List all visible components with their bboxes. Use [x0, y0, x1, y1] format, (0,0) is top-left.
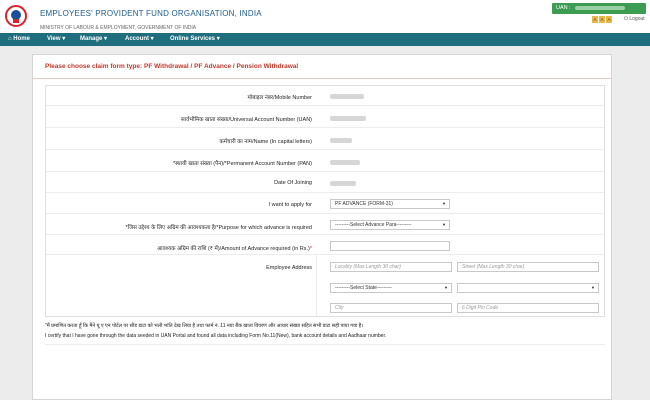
address-column-divider	[316, 254, 317, 316]
org-title: EMPLOYEES' PROVIDENT FUND ORGANISATION, …	[40, 9, 262, 18]
doj-label: Date Of Joining	[274, 180, 312, 186]
uan-label: UAN :	[556, 5, 571, 11]
district-select[interactable]: ▼	[457, 283, 599, 293]
font-increase-button[interactable]: A	[606, 16, 612, 23]
pan-label: *स्थायी खाता संख्या (पैन)/*Permanent Acc…	[172, 161, 312, 167]
site-header: EMPLOYEES' PROVIDENT FUND ORGANISATION, …	[0, 0, 650, 33]
name-label: कर्मचारी का नाम/Name (In capital letters…	[219, 139, 312, 145]
street-input[interactable]: Street (Max Length 30 char)	[457, 262, 599, 272]
epfo-logo-icon	[5, 5, 27, 27]
mobile-label: मोबाइल नंबर/Mobile Number	[247, 95, 313, 101]
home-icon: ⌂	[8, 36, 12, 42]
uan-value-redacted	[575, 5, 626, 10]
nav-home-label: Home	[13, 36, 30, 42]
row-divider	[46, 254, 604, 255]
chevron-down-icon: ▼	[444, 285, 448, 290]
doj-value-redacted	[330, 181, 356, 186]
nav-manage[interactable]: Manage ▾	[80, 33, 107, 46]
chevron-down-icon: ▼	[591, 285, 595, 290]
nav-view[interactable]: View ▾	[47, 33, 65, 46]
logout-label: Logout	[629, 16, 645, 22]
address-label: Employee Address	[266, 265, 312, 271]
claim-form: मोबाइल नंबर/Mobile Number सार्वभौमिक खात…	[45, 85, 605, 317]
nav-account[interactable]: Account ▾	[125, 33, 154, 46]
required-marker: *	[309, 246, 312, 252]
pin-code-input[interactable]: 6 Digit Pin Code	[457, 303, 599, 313]
claim-form-panel: Please choose claim form type: PF Withdr…	[32, 54, 612, 400]
row-divider	[46, 192, 604, 193]
nav-home[interactable]: ⌂ Home	[8, 33, 30, 46]
mobile-value-redacted	[330, 94, 364, 99]
purpose-label: *जिस उद्देश्य के लिए अग्रिम की आवश्यकता …	[125, 225, 312, 231]
row-divider	[46, 105, 604, 106]
row-divider	[46, 234, 604, 235]
state-select-value: ---------Select State---------	[335, 285, 392, 291]
font-size-tools: A A A	[592, 16, 612, 24]
row-divider	[46, 149, 604, 150]
claim-type-value: PF ADVANCE (FORM-31)	[335, 201, 393, 207]
font-decrease-button[interactable]: A	[592, 16, 598, 23]
claim-type-select[interactable]: PF ADVANCE (FORM-31) ▼	[330, 199, 450, 209]
amount-label-text: आवश्यक अग्रिम की राशि (₹ में)/Amount of …	[157, 246, 310, 252]
name-value-redacted	[330, 138, 352, 143]
panel-title: Please choose claim form type: PF Withdr…	[45, 63, 299, 70]
title-divider	[33, 78, 611, 79]
uan-field-label: सार्वभौमिक खाता संख्या/Universal Account…	[181, 117, 312, 123]
locality-input[interactable]: Locality (Max Length 30 char)	[330, 262, 452, 272]
row-divider	[46, 213, 604, 214]
declaration-hindi: "मैं प्रमाणित करता हूँ कि मैंने यू ए एन …	[45, 323, 364, 329]
bottom-divider	[45, 344, 605, 345]
main-navbar: ⌂ Home View ▾ Manage ▾ Account ▾ Online …	[0, 33, 650, 46]
pan-value-redacted	[330, 160, 360, 165]
chevron-down-icon: ▼	[442, 201, 446, 206]
city-input[interactable]: City	[330, 303, 452, 313]
advance-amount-input[interactable]	[330, 241, 450, 251]
org-subtitle: MINISTRY OF LABOUR & EMPLOYMENT, GOVERNM…	[40, 25, 197, 31]
row-divider	[46, 127, 604, 128]
apply-for-label: I want to apply for	[268, 202, 312, 208]
declaration-english: I certify that I have gone through the d…	[45, 333, 387, 339]
row-divider	[46, 171, 604, 172]
state-select[interactable]: ---------Select State--------- ▼	[330, 283, 452, 293]
logout-icon: ⏻	[624, 16, 628, 22]
uan-field-value-redacted	[330, 116, 366, 121]
chevron-down-icon: ▼	[442, 222, 446, 227]
amount-label: आवश्यक अग्रिम की राशि (₹ में)/Amount of …	[157, 244, 312, 252]
font-reset-button[interactable]: A	[599, 16, 605, 23]
logout-link[interactable]: ⏻ Logout	[624, 16, 645, 22]
page-body: Please choose claim form type: PF Withdr…	[0, 46, 650, 400]
uan-badge: UAN :	[552, 3, 646, 14]
advance-purpose-select[interactable]: ---------Select Advance Para--------- ▼	[330, 220, 450, 230]
nav-online-services[interactable]: Online Services ▾	[170, 33, 220, 46]
advance-purpose-value: ---------Select Advance Para---------	[335, 222, 412, 228]
